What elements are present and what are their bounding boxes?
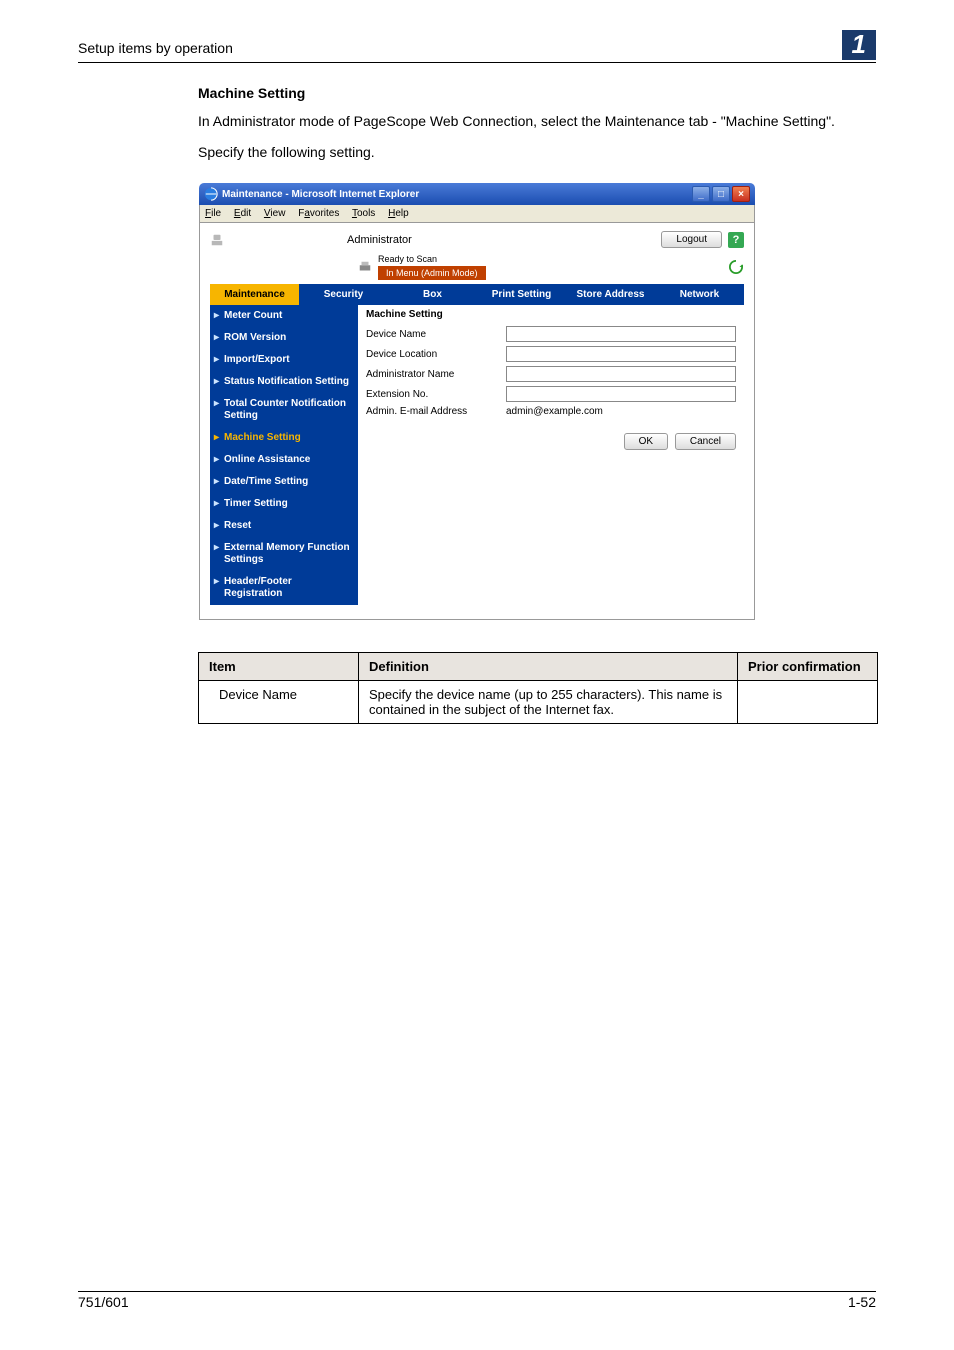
panel-title: Machine Setting	[366, 305, 736, 326]
sidebar-item-total-counter-notification-setting[interactable]: ▸Total Counter Notification Setting	[210, 393, 358, 427]
status-ready-label: Ready to Scan	[378, 254, 486, 264]
administrator-icon	[210, 233, 224, 247]
col-definition: Definition	[359, 653, 738, 681]
extension-no-input[interactable]	[506, 386, 736, 402]
browser-window: Maintenance - Microsoft Internet Explore…	[199, 183, 755, 620]
footer-right: 1-52	[848, 1294, 876, 1310]
menu-favorites[interactable]: Favorites	[298, 208, 339, 219]
window-maximize-button[interactable]: □	[712, 186, 730, 202]
printer-icon	[358, 260, 372, 274]
definition-table: Item Definition Prior confirmation Devic…	[198, 652, 878, 724]
sidebar-item-external-memory-function-settings[interactable]: ▸External Memory Function Settings	[210, 537, 358, 571]
window-minimize-button[interactable]: _	[692, 186, 710, 202]
menu-view[interactable]: View	[264, 208, 286, 219]
tab-security[interactable]: Security	[299, 284, 388, 305]
help-icon[interactable]: ?	[728, 232, 744, 248]
tab-maintenance[interactable]: Maintenance	[210, 284, 299, 305]
tab-network[interactable]: Network	[655, 284, 744, 305]
device-location-label: Device Location	[366, 349, 506, 360]
menu-edit[interactable]: Edit	[234, 208, 251, 219]
status-mode-badge: In Menu (Admin Mode)	[378, 266, 486, 280]
instruction-2: Specify the following setting.	[198, 142, 876, 163]
menu-file[interactable]: File	[205, 208, 221, 219]
extension-no-label: Extension No.	[366, 389, 506, 400]
tab-store-address[interactable]: Store Address	[566, 284, 655, 305]
cell-item: Device Name	[199, 681, 359, 724]
table-row: Device NameSpecify the device name (up t…	[199, 681, 878, 724]
admin-email-value: admin@example.com	[506, 406, 603, 417]
ok-button[interactable]: OK	[624, 433, 668, 450]
logout-button[interactable]: Logout	[661, 231, 722, 248]
footer-left: 751/601	[78, 1294, 129, 1310]
sidebar-item-timer-setting[interactable]: ▸Timer Setting	[210, 493, 358, 515]
col-prior: Prior confirmation	[738, 653, 878, 681]
refresh-icon[interactable]	[728, 259, 744, 275]
sidebar-nav: ▸Meter Count▸ROM Version▸Import/Export▸S…	[210, 305, 358, 605]
section-heading: Machine Setting	[198, 85, 876, 101]
admin-email-label: Admin. E-mail Address	[366, 406, 506, 417]
tab-print-setting[interactable]: Print Setting	[477, 284, 566, 305]
col-item: Item	[199, 653, 359, 681]
cancel-button[interactable]: Cancel	[675, 433, 736, 450]
user-mode-label: Administrator	[347, 234, 412, 246]
window-close-button[interactable]: ×	[732, 186, 750, 202]
browser-menubar: File Edit View Favorites Tools Help	[199, 205, 755, 223]
instruction-1: In Administrator mode of PageScope Web C…	[198, 111, 876, 132]
sidebar-item-date-time-setting[interactable]: ▸Date/Time Setting	[210, 471, 358, 493]
sidebar-item-import-export[interactable]: ▸Import/Export	[210, 349, 358, 371]
content-panel: Machine Setting Device Name Device Locat…	[358, 305, 744, 605]
cell-def: Specify the device name (up to 255 chara…	[359, 681, 738, 724]
chapter-number-badge: 1	[842, 30, 876, 60]
window-titlebar: Maintenance - Microsoft Internet Explore…	[199, 183, 755, 205]
device-location-input[interactable]	[506, 346, 736, 362]
windows-logo-icon	[726, 207, 739, 220]
cell-prior	[738, 681, 878, 724]
sidebar-item-status-notification-setting[interactable]: ▸Status Notification Setting	[210, 371, 358, 393]
device-name-label: Device Name	[366, 329, 506, 340]
main-tabs: Maintenance Security Box Print Setting S…	[210, 284, 744, 305]
menu-tools[interactable]: Tools	[352, 208, 375, 219]
window-title: Maintenance - Microsoft Internet Explore…	[222, 189, 419, 200]
ie-logo-icon	[204, 187, 218, 201]
sidebar-item-online-assistance[interactable]: ▸Online Assistance	[210, 449, 358, 471]
admin-name-label: Administrator Name	[366, 369, 506, 380]
admin-name-input[interactable]	[506, 366, 736, 382]
menu-help[interactable]: Help	[388, 208, 409, 219]
sidebar-item-reset[interactable]: ▸Reset	[210, 515, 358, 537]
tab-box[interactable]: Box	[388, 284, 477, 305]
sidebar-item-machine-setting[interactable]: ▸Machine Setting	[210, 427, 358, 449]
sidebar-item-header-footer-registration[interactable]: ▸Header/Footer Registration	[210, 571, 358, 605]
sidebar-item-meter-count[interactable]: ▸Meter Count	[210, 305, 358, 327]
running-header: Setup items by operation	[78, 40, 233, 56]
device-name-input[interactable]	[506, 326, 736, 342]
sidebar-item-rom-version[interactable]: ▸ROM Version	[210, 327, 358, 349]
